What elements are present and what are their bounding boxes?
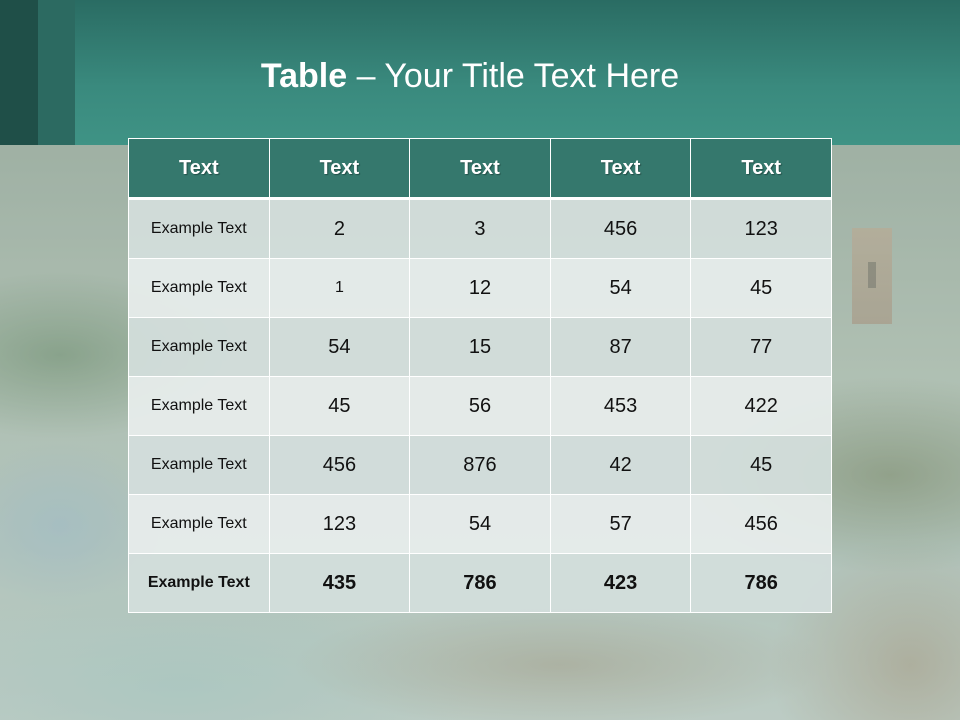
table-cell: 456 — [268, 435, 411, 495]
table-row: Example Text 2 3 456 123 — [128, 198, 832, 259]
table-row-label: Example Text — [128, 376, 270, 436]
data-table: Text Text Text Text Text Example Text 2 … — [128, 138, 832, 617]
table-header-cell: Text — [409, 138, 551, 200]
table-total-row: Example Text 435 786 423 786 — [128, 553, 832, 613]
table-row-label: Example Text — [128, 198, 270, 259]
table-cell: 87 — [549, 317, 692, 377]
table-cell: 2 — [268, 198, 411, 259]
table-header-cell: Text — [549, 138, 692, 200]
table-cell: 786 — [409, 553, 551, 613]
table-row: Example Text 45 56 453 422 — [128, 376, 832, 436]
slide-title-rest: – Your Title Text Here — [347, 57, 680, 95]
table-cell: 54 — [549, 258, 692, 318]
slide-title: Table – Your Title Text Here — [0, 56, 940, 96]
table-row: Example Text 456 876 42 45 — [128, 435, 832, 495]
table-cell: 12 — [409, 258, 551, 318]
table-cell: 786 — [690, 553, 832, 613]
table-row: Example Text 1 12 54 45 — [128, 258, 832, 318]
table-header-row: Text Text Text Text Text — [128, 138, 832, 200]
table-header-cell: Text — [128, 138, 270, 200]
table-cell: 876 — [409, 435, 551, 495]
table-cell: 77 — [690, 317, 832, 377]
table-row-label: Example Text — [128, 317, 270, 377]
table-cell: 56 — [409, 376, 551, 436]
table-header-cell: Text — [690, 138, 832, 200]
slide-title-bold: Table — [260, 57, 348, 95]
table-row-label: Example Text — [128, 258, 270, 318]
table-cell: 45 — [690, 435, 832, 495]
table-row-label: Example Text — [128, 435, 270, 495]
table-cell: 45 — [268, 376, 411, 436]
table-cell: 42 — [549, 435, 692, 495]
table-cell: 456 — [549, 198, 692, 259]
table-cell: 1 — [268, 258, 411, 318]
table-cell: 435 — [268, 553, 411, 613]
table-cell: 456 — [690, 494, 832, 554]
table-cell: 54 — [268, 317, 411, 377]
table-cell: 422 — [690, 376, 832, 436]
table-cell: 123 — [690, 198, 832, 259]
table-cell: 15 — [409, 317, 551, 377]
table-cell: 57 — [549, 494, 692, 554]
table-cell: 123 — [268, 494, 411, 554]
table-row-label: Example Text — [128, 494, 270, 554]
table-cell: 423 — [549, 553, 692, 613]
table-cell: 45 — [690, 258, 832, 318]
table-row: Example Text 54 15 87 77 — [128, 317, 832, 377]
table-cell: 54 — [409, 494, 551, 554]
table-row: Example Text 123 54 57 456 — [128, 494, 832, 554]
table-header-cell: Text — [268, 138, 411, 200]
table-row-label: Example Text — [128, 553, 270, 613]
table-cell: 3 — [409, 198, 551, 259]
table-cell: 453 — [549, 376, 692, 436]
